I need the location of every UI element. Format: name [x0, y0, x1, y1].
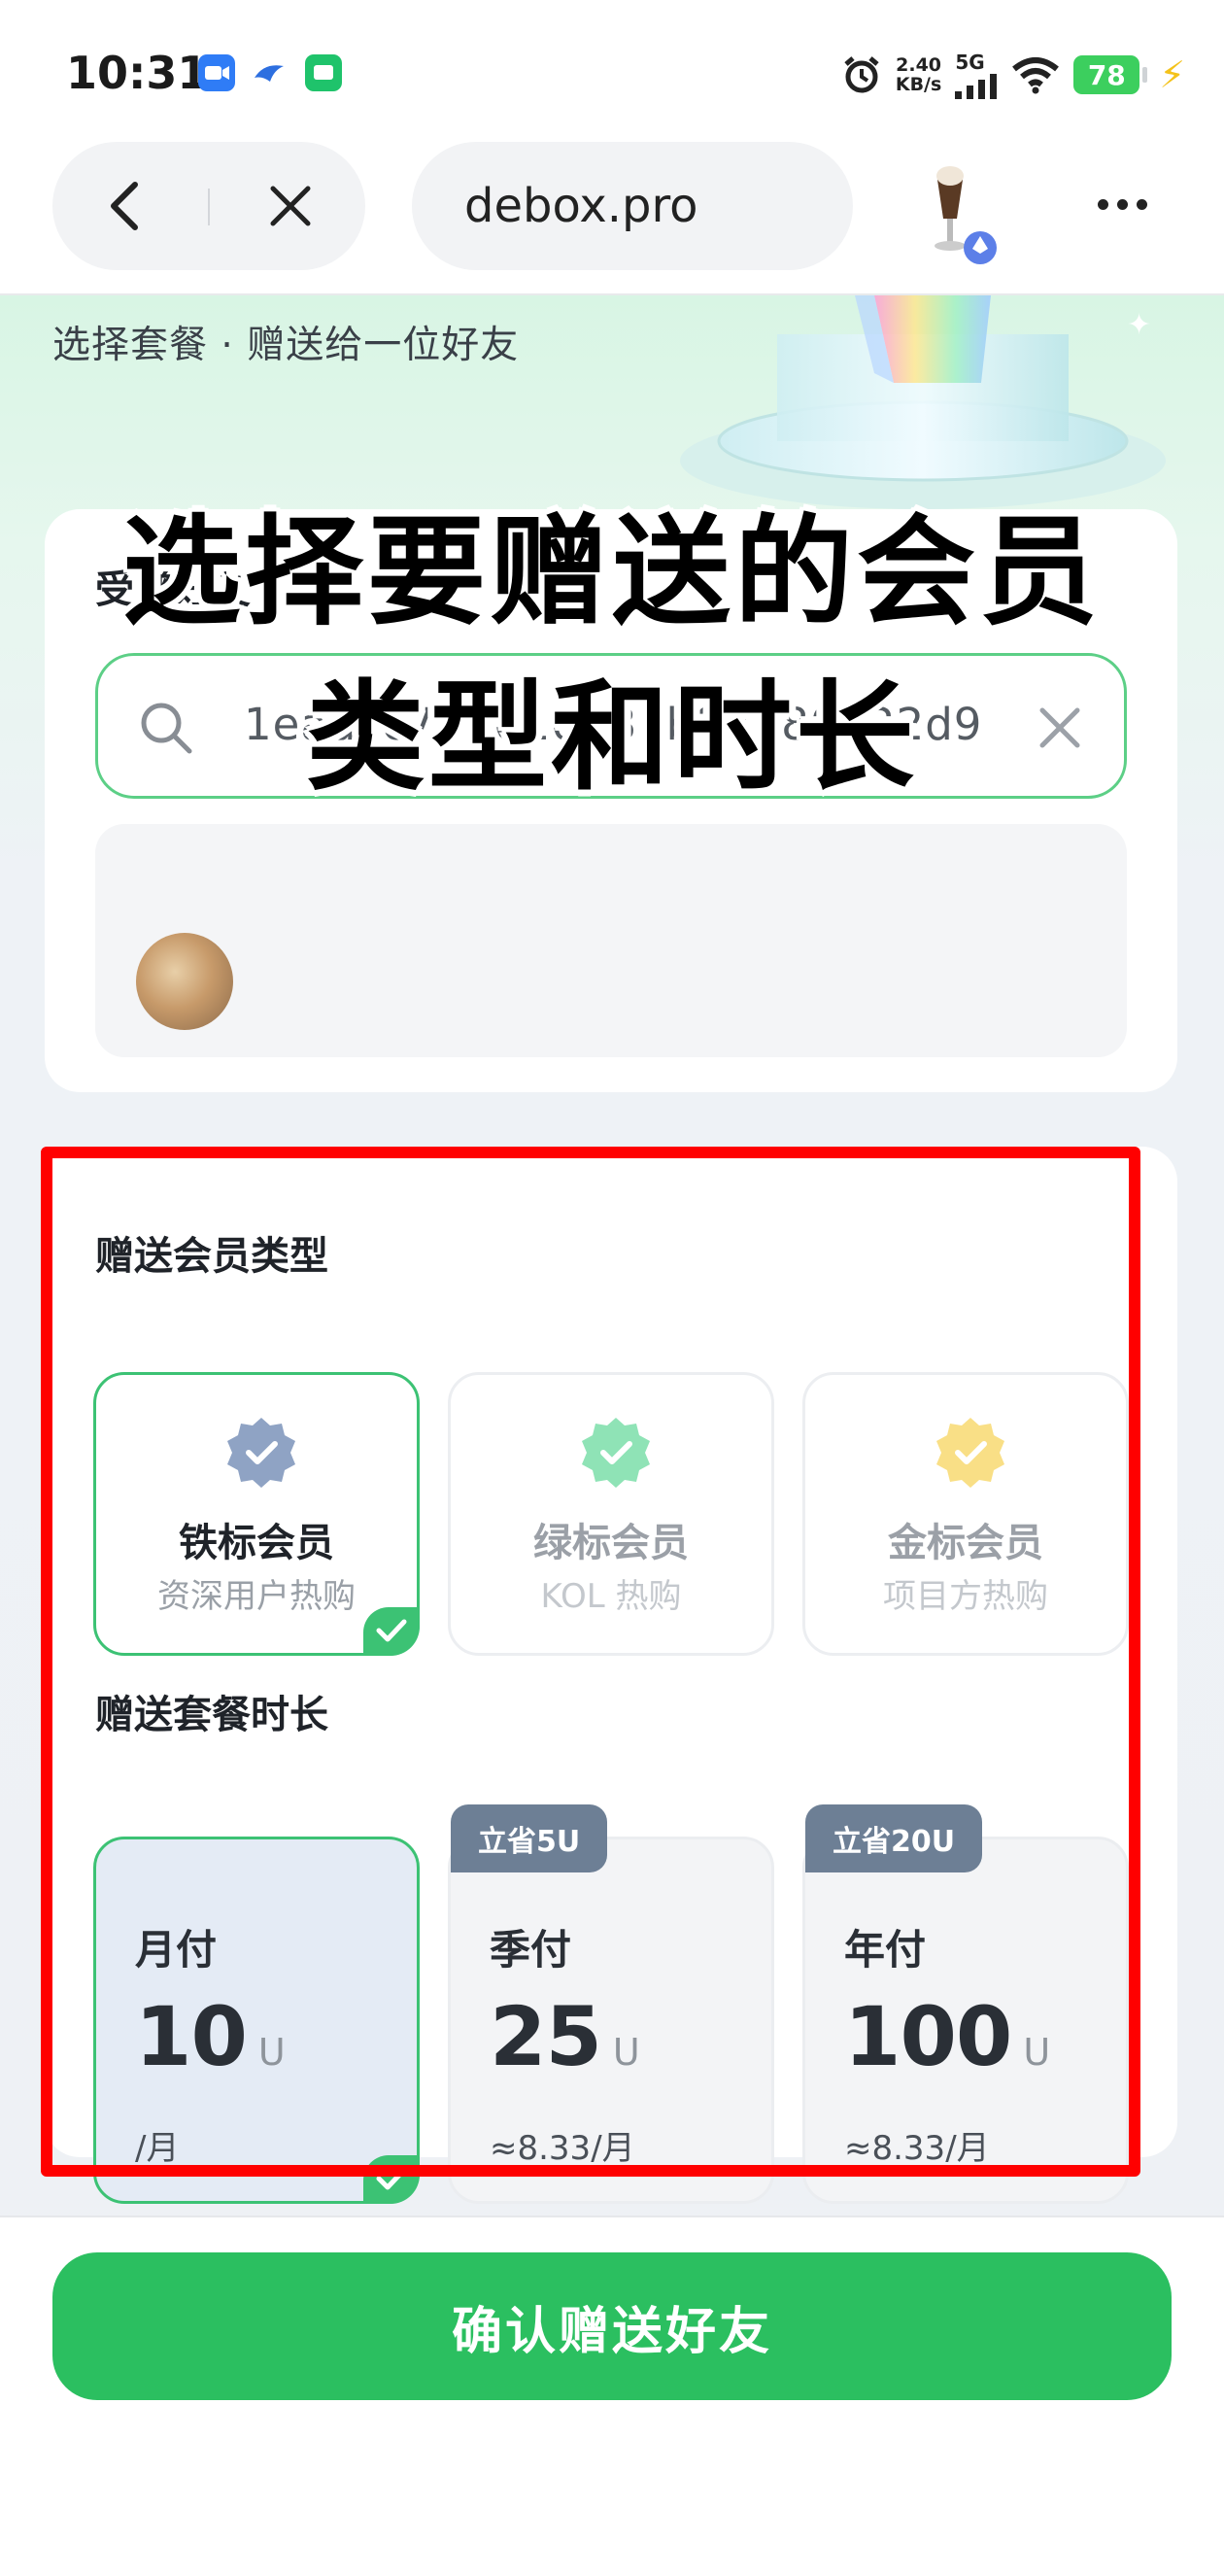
overlay-caption-line2: 类型和时长: [306, 669, 918, 807]
membership-type-options: 铁标会员 资深用户热购 绿标会员 KOL 热购 金标会员 项目方热购: [93, 1372, 1172, 1656]
video-app-icon: [198, 54, 235, 91]
status-bar: 10:31 2.40 KB/s 5G 78 ⚡: [0, 0, 1224, 146]
nav-controls: [52, 142, 365, 270]
close-button[interactable]: [227, 142, 354, 270]
cellular-signal-icon: [955, 74, 998, 99]
bird-app-icon: [251, 54, 288, 91]
price-value: 25: [490, 1989, 602, 2084]
battery-indicator: 78: [1073, 55, 1148, 94]
type-option-iron[interactable]: 铁标会员 资深用户热购: [93, 1372, 420, 1656]
svg-text:✦: ✦: [1127, 308, 1151, 342]
back-button[interactable]: [62, 142, 188, 270]
more-menu-button[interactable]: [1083, 180, 1161, 228]
type-option-gold[interactable]: 金标会员 项目方热购: [802, 1372, 1129, 1656]
duration-label: 季付: [490, 1926, 572, 1974]
type-name: 金标会员: [888, 1521, 1043, 1565]
duration-label: 年付: [844, 1926, 927, 1974]
nav-divider: [208, 189, 210, 225]
network-speed-value: 2.40: [896, 54, 942, 76]
gold-badge-icon: [936, 1418, 1004, 1488]
duration-price: 100 U: [844, 1989, 1050, 2084]
bottom-divider: [0, 2215, 1224, 2217]
type-desc: 项目方热购: [883, 1577, 1048, 1616]
chat-app-icon: [305, 54, 342, 91]
type-name: 绿标会员: [533, 1521, 689, 1565]
charging-icon: ⚡: [1159, 53, 1185, 96]
type-desc: KOL 热购: [540, 1577, 682, 1616]
cellular-group: 5G: [955, 51, 998, 99]
per-month-text: ≈8.33/月: [844, 2129, 990, 2168]
membership-card: 赠送会员类型 铁标会员 资深用户热购 绿标会员 KOL 热购 金标会员 项目方热…: [45, 1147, 1177, 2204]
duration-title: 赠送套餐时长: [95, 1693, 328, 1737]
search-result-item[interactable]: [95, 824, 1127, 1057]
user-avatar[interactable]: [918, 160, 1002, 267]
chevron-left-icon: [111, 182, 138, 230]
duration-price: 25 U: [490, 1989, 640, 2084]
price-value: 10: [135, 1989, 248, 2084]
confirm-gift-button[interactable]: 确认赠送好友: [52, 2252, 1172, 2400]
result-avatar: [136, 933, 233, 1030]
type-desc: 资深用户热购: [157, 1577, 356, 1616]
type-option-green[interactable]: 绿标会员 KOL 热购: [448, 1372, 774, 1656]
selected-check-icon: [363, 2155, 420, 2204]
close-icon: [270, 186, 311, 226]
duration-option-monthly[interactable]: 月付 10 U /月: [93, 1837, 420, 2204]
page-subtitle: 选择套餐 · 赠送给一位好友: [52, 324, 520, 367]
price-value: 100: [844, 1989, 1012, 2084]
type-name: 铁标会员: [179, 1521, 334, 1565]
green-badge-icon: [582, 1418, 650, 1488]
duration-price: 10 U: [135, 1989, 286, 2084]
per-month-text: /月: [135, 2129, 180, 2168]
status-indicators: 2.40 KB/s 5G 78 ⚡: [841, 51, 1185, 99]
alarm-icon: [844, 56, 879, 93]
network-speed-unit: KB/s: [895, 74, 942, 95]
duration-label: 月付: [135, 1926, 218, 1974]
duration-option-quarterly[interactable]: 立省5U 季付 25 U ≈8.33/月: [448, 1804, 774, 2204]
duration-options: 月付 10 U /月 立省5U 季付 25 U ≈8.33/月 立省20U 年付 1…: [93, 1804, 1172, 2204]
savings-tag: 立省20U: [805, 1804, 983, 1872]
iron-badge-icon: [227, 1418, 295, 1488]
wifi-icon: [1012, 57, 1060, 94]
per-month-text: ≈8.33/月: [490, 2129, 635, 2168]
duration-option-yearly[interactable]: 立省20U 年付 100 U ≈8.33/月: [802, 1804, 1129, 2204]
selected-check-icon: [363, 1607, 420, 1656]
address-bar[interactable]: debox.pro: [412, 142, 853, 270]
network-speed: 2.40 KB/s: [896, 55, 941, 94]
price-unit: U: [257, 2031, 286, 2074]
membership-type-title: 赠送会员类型: [95, 1234, 328, 1279]
network-type: 5G: [955, 51, 985, 74]
price-unit: U: [1023, 2031, 1050, 2074]
status-time: 10:31: [66, 47, 209, 99]
price-unit: U: [612, 2031, 640, 2074]
overlay-caption-line1: 选择要赠送的会员: [122, 503, 1102, 641]
savings-tag: 立省5U: [451, 1804, 608, 1872]
